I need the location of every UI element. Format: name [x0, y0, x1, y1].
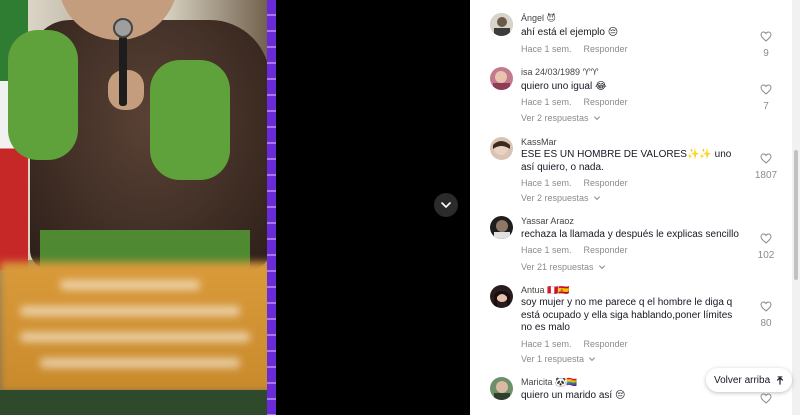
view-replies-button[interactable]: Ver 2 respuestas [521, 193, 601, 203]
comment-text: quiero un marido así 😔 [521, 390, 626, 401]
comment-meta: Hace 1 sem. Responder [521, 44, 628, 54]
username-text[interactable]: Antua [521, 285, 545, 295]
like-count: 1807 [754, 170, 778, 181]
username-emoji: ♈♈ [582, 67, 599, 77]
username-text[interactable]: Ángel [521, 13, 544, 23]
avatar[interactable] [490, 13, 513, 36]
comments-panel: Ángel 😈 ahí está el ejemplo 😔 Hace 1 sem… [470, 0, 792, 415]
view-replies-label[interactable]: Ver 21 respuestas [521, 262, 594, 272]
avatar-image [490, 285, 513, 308]
comment-username[interactable]: isa 24/03/1989 ♈♈ [521, 67, 599, 78]
comment-username[interactable]: Yassar Araoz [521, 216, 574, 227]
view-replies-label[interactable]: Ver 2 respuestas [521, 193, 589, 203]
like-button[interactable]: 1807 [754, 151, 778, 181]
comment-time: Hace 1 sem. [521, 44, 572, 54]
username-emoji: 😈 [546, 13, 556, 23]
chevron-down-icon [589, 357, 596, 362]
comment-text: quiero uno igual 😂 [521, 81, 607, 92]
username-text[interactable]: Maricita [521, 377, 553, 387]
comment-text: ahí está el ejemplo 😔 [521, 27, 619, 38]
avatar[interactable] [490, 67, 513, 90]
avatar[interactable] [490, 137, 513, 160]
comment-time: Hace 1 sem. [521, 339, 572, 349]
chevron-down-icon [593, 196, 600, 201]
comment-time: Hace 1 sem. [521, 245, 572, 255]
like-button[interactable]: 80 [754, 299, 778, 329]
comments-scrollbar-thumb[interactable] [794, 150, 798, 280]
like-button[interactable]: 102 [754, 231, 778, 261]
heart-outline-icon [760, 393, 772, 404]
video-microphone-handle [119, 36, 127, 106]
reply-button[interactable]: Responder [584, 178, 628, 188]
comment-username[interactable]: Antua 🇵🇪🇪🇸 [521, 285, 569, 296]
view-replies-button[interactable]: Ver 1 respuesta [521, 354, 596, 364]
comment-text: rechaza la llamada y después le explicas… [521, 229, 739, 240]
like-button[interactable]: 7 [754, 82, 778, 112]
like-count: 9 [763, 48, 769, 59]
view-replies-button[interactable]: Ver 21 respuestas [521, 262, 606, 272]
avatar[interactable] [490, 377, 513, 400]
comment-meta: Hace 1 sem. Responder [521, 339, 628, 349]
comment-text: ESE ES UN HOMBRE DE VALORES✨✨ uno así qu… [521, 149, 732, 173]
heart-outline-icon [760, 301, 772, 312]
comment-text: soy mujer y no me parece q el hombre le … [521, 297, 733, 333]
comment-meta: Hace 1 sem. Responder [521, 178, 628, 188]
like-button[interactable]: 9 [754, 29, 778, 59]
view-replies-label[interactable]: Ver 1 respuesta [521, 354, 584, 364]
view-replies-label[interactable]: Ver 2 respuestas [521, 113, 589, 123]
reply-button[interactable]: Responder [584, 245, 628, 255]
arrow-up-icon [777, 375, 784, 385]
chevron-down-icon [593, 116, 600, 121]
video-frame[interactable] [0, 0, 275, 415]
video-person-sleeve-left [8, 30, 78, 160]
video-microphone [113, 18, 133, 38]
video-side-strip [267, 0, 276, 415]
reply-button[interactable]: Responder [584, 44, 628, 54]
back-to-top-label[interactable]: Volver arriba [714, 375, 770, 386]
username-text[interactable]: KassMar [521, 137, 557, 147]
avatar-image [490, 13, 513, 36]
comment-username[interactable]: Maricita 🐼🏳️‍🌈 [521, 377, 577, 388]
comment-username[interactable]: Ángel 😈 [521, 13, 556, 24]
video-player[interactable] [0, 0, 470, 415]
video-person-sleeve-right [150, 60, 230, 180]
comment-meta: Hace 1 sem. Responder [521, 97, 628, 107]
username-text[interactable]: Yassar Araoz [521, 216, 574, 226]
view-replies-button[interactable]: Ver 2 respuestas [521, 113, 601, 123]
back-to-top-button[interactable]: Volver arriba [706, 368, 793, 392]
username-text[interactable]: isa 24/03/1989 [521, 67, 580, 77]
heart-outline-icon [760, 153, 772, 164]
heart-outline-icon [760, 84, 772, 95]
comment-time: Hace 1 sem. [521, 97, 572, 107]
heart-outline-icon [760, 31, 772, 42]
comment-meta: Hace 1 sem. Responder [521, 245, 628, 255]
heart-outline-icon [760, 233, 772, 244]
chevron-down-icon [441, 202, 451, 208]
chevron-down-icon [598, 265, 605, 270]
avatar-image [490, 67, 513, 90]
like-count: 80 [760, 318, 772, 329]
reply-button[interactable]: Responder [584, 339, 628, 349]
like-button[interactable] [754, 391, 778, 409]
avatar[interactable] [490, 216, 513, 239]
video-bottom-region [0, 390, 275, 415]
like-count: 7 [763, 101, 769, 112]
username-emoji: 🇵🇪🇪🇸 [547, 285, 570, 295]
comment-time: Hace 1 sem. [521, 178, 572, 188]
username-emoji: 🐼🏳️‍🌈 [555, 377, 578, 387]
reply-button[interactable]: Responder [584, 97, 628, 107]
next-video-button[interactable] [434, 193, 458, 217]
avatar[interactable] [490, 285, 513, 308]
avatar-image [490, 137, 513, 160]
like-count: 102 [757, 250, 775, 261]
comment-username[interactable]: KassMar [521, 137, 557, 148]
avatar-image [490, 216, 513, 239]
avatar-image [490, 377, 513, 400]
video-blurred-caption [0, 262, 275, 392]
